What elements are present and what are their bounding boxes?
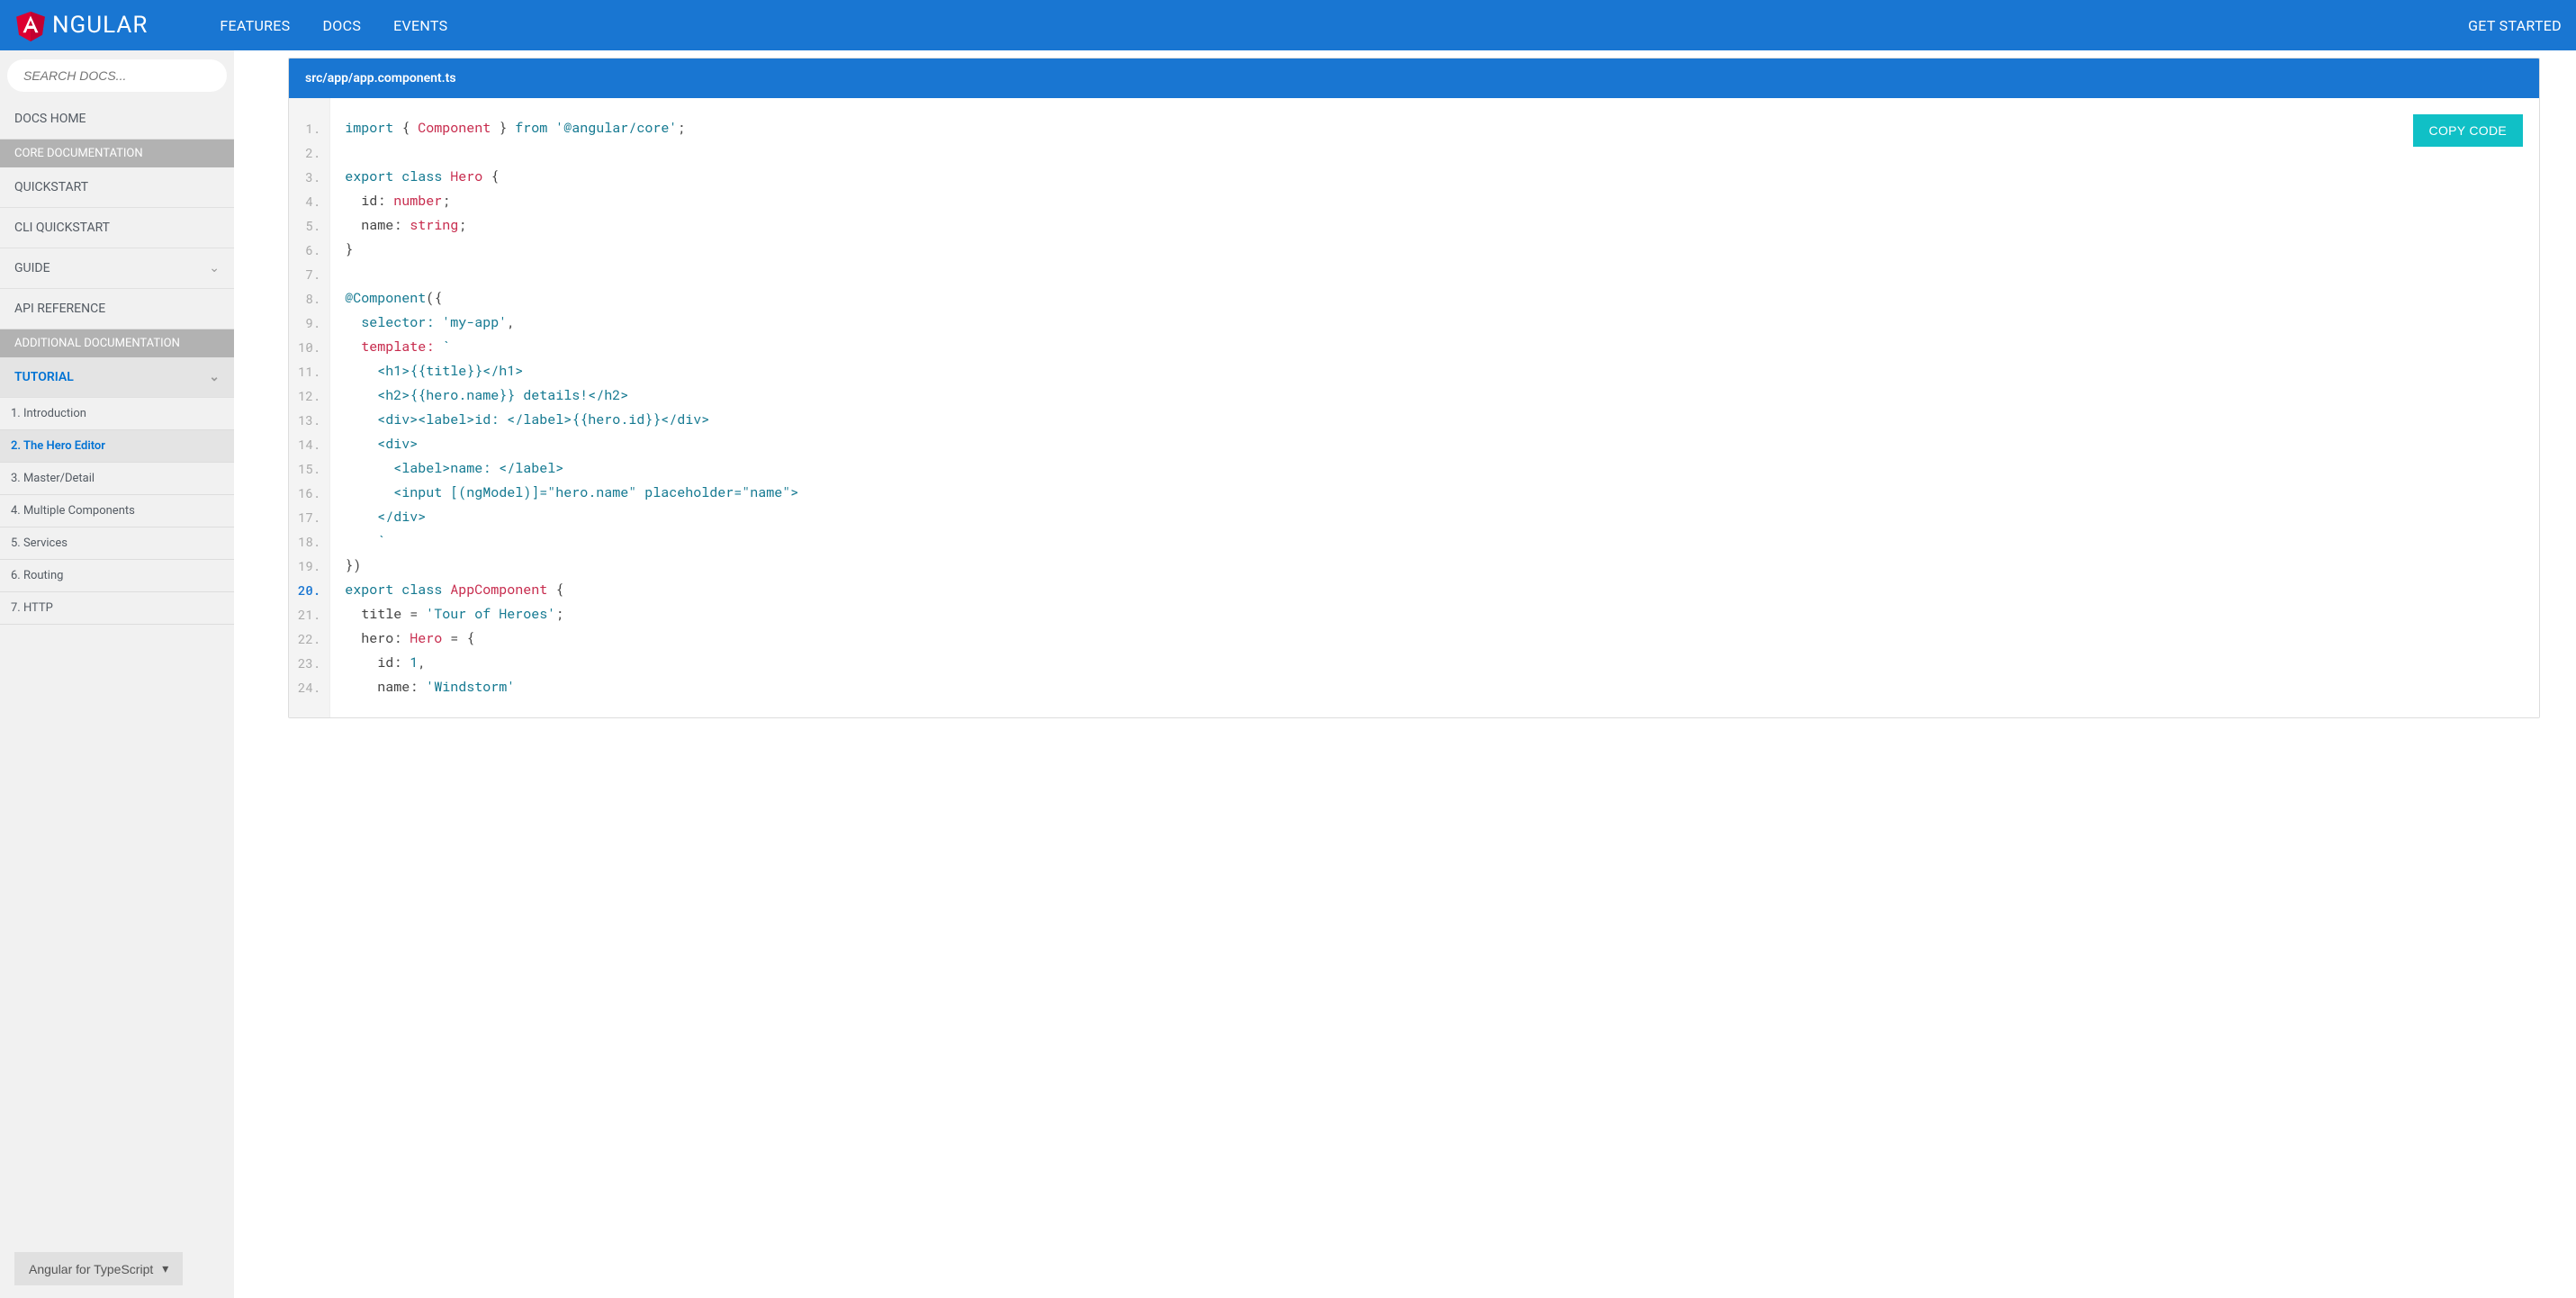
sidebar-docs-home[interactable]: DOCS HOME xyxy=(0,99,234,140)
brand-text: NGULAR xyxy=(52,12,148,39)
sidebar-additional-header: ADDITIONAL DOCUMENTATION xyxy=(0,329,234,357)
code-source[interactable]: import { Component } from '@angular/core… xyxy=(330,98,2539,717)
angular-shield-icon xyxy=(14,9,47,41)
sidebar-tutorial-services[interactable]: 5. Services xyxy=(0,527,234,560)
sidebar-tutorial-label: TUTORIAL xyxy=(14,370,74,384)
nav-links: FEATURES DOCS EVENTS xyxy=(220,17,2468,34)
get-started-link[interactable]: GET STARTED xyxy=(2468,17,2562,34)
language-selector-label: Angular for TypeScript xyxy=(29,1262,153,1276)
chevron-down-icon: ⌄ xyxy=(209,370,220,384)
copy-code-button[interactable]: COPY CODE xyxy=(2413,114,2523,147)
sidebar-tutorial-http[interactable]: 7. HTTP xyxy=(0,592,234,625)
nav-features[interactable]: FEATURES xyxy=(220,17,290,34)
logo[interactable]: NGULAR xyxy=(14,9,148,41)
chevron-down-icon: ⌄ xyxy=(209,261,220,275)
sidebar-core-header: CORE DOCUMENTATION xyxy=(0,140,234,167)
main-content: src/app/app.component.ts COPY CODE 1.2.3… xyxy=(234,50,2576,1298)
sidebar-tutorial-routing[interactable]: 6. Routing xyxy=(0,560,234,592)
sidebar: DOCS HOME CORE DOCUMENTATION QUICKSTART … xyxy=(0,50,234,1298)
search-input[interactable] xyxy=(7,59,227,92)
code-filename: src/app/app.component.ts xyxy=(289,59,2539,98)
line-numbers: 1.2.3.4.5.6.7.8.9.10.11.12.13.14.15.16.1… xyxy=(289,98,330,717)
code-block: src/app/app.component.ts COPY CODE 1.2.3… xyxy=(288,58,2540,718)
sidebar-tutorial-hero-editor[interactable]: 2. The Hero Editor xyxy=(0,430,234,463)
top-nav: NGULAR FEATURES DOCS EVENTS GET STARTED xyxy=(0,0,2576,50)
nav-docs[interactable]: DOCS xyxy=(323,17,362,34)
sidebar-quickstart[interactable]: QUICKSTART xyxy=(0,167,234,208)
sidebar-tutorial-intro[interactable]: 1. Introduction xyxy=(0,398,234,430)
sidebar-guide-label: GUIDE xyxy=(14,261,50,275)
sidebar-guide[interactable]: GUIDE ⌄ xyxy=(0,248,234,289)
sidebar-tutorial[interactable]: TUTORIAL ⌄ xyxy=(0,357,234,398)
nav-events[interactable]: EVENTS xyxy=(393,17,447,34)
sidebar-tutorial-multiple-components[interactable]: 4. Multiple Components xyxy=(0,495,234,527)
sidebar-api-reference[interactable]: API REFERENCE xyxy=(0,289,234,329)
language-selector[interactable]: Angular for TypeScript ▾ xyxy=(14,1252,183,1285)
caret-down-icon: ▾ xyxy=(162,1261,168,1276)
sidebar-tutorial-master-detail[interactable]: 3. Master/Detail xyxy=(0,463,234,495)
sidebar-cli-quickstart[interactable]: CLI QUICKSTART xyxy=(0,208,234,248)
